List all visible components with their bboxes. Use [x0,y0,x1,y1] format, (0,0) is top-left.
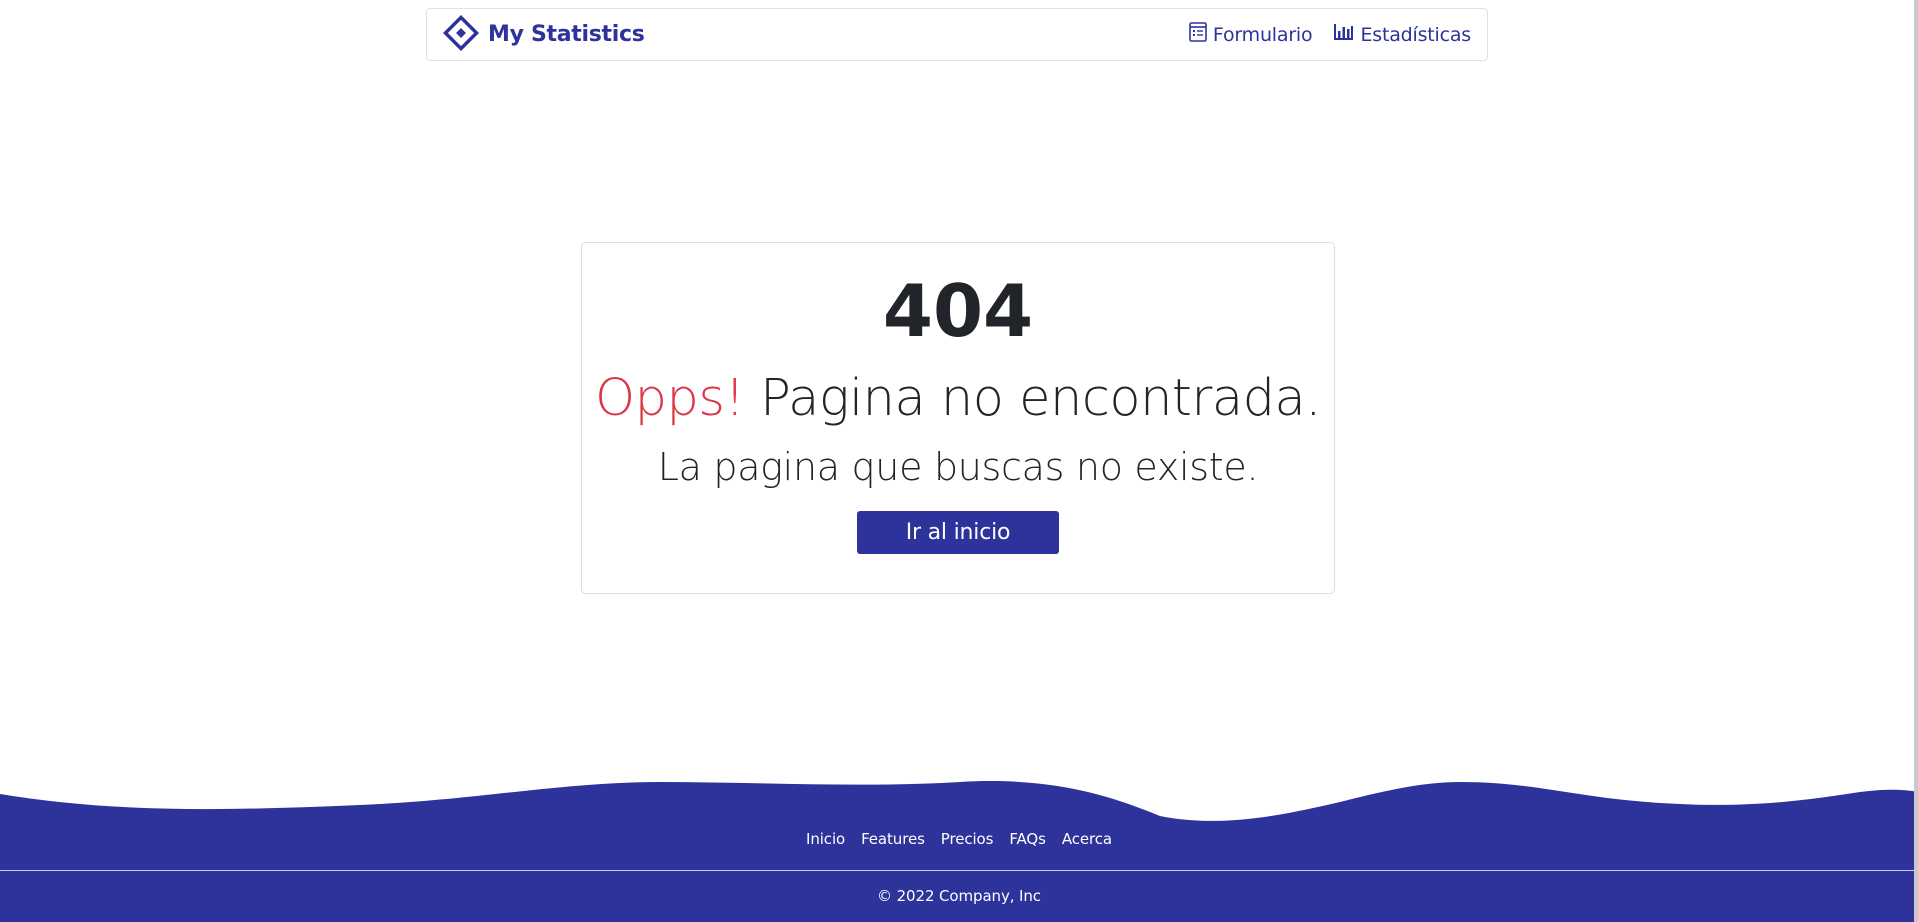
error-message: La pagina que buscas no existe. [657,445,1259,489]
bar-chart-icon [1334,23,1354,46]
navbar: My Statistics Formulario Estadísticas [426,8,1488,61]
error-title: Pagina no encontrada. [760,369,1321,428]
footer-link-faqs[interactable]: FAQs [1009,830,1046,848]
oops-text: Opps! [595,369,745,428]
go-home-button[interactable]: Ir al inicio [857,511,1059,554]
form-icon [1189,22,1207,47]
nav-links: Formulario Estadísticas [1189,22,1471,47]
brand-name: My Statistics [488,22,645,47]
footer-link-inicio[interactable]: Inicio [806,830,845,848]
page-scrollbar[interactable] [1914,0,1918,922]
nav-link-label: Estadísticas [1360,23,1471,46]
nav-link-formulario[interactable]: Formulario [1189,22,1313,47]
error-code: 404 [882,269,1034,353]
copyright-text: © 2022 Company, Inc [877,887,1041,905]
nav-link-estadisticas[interactable]: Estadísticas [1334,23,1471,46]
footer-nav: Inicio Features Precios FAQs Acerca [0,830,1918,848]
diamond-logo-icon [442,14,480,55]
footer-link-acerca[interactable]: Acerca [1062,830,1112,848]
page: My Statistics Formulario Estadísticas 40… [0,0,1918,922]
footer-link-precios[interactable]: Precios [941,830,994,848]
brand-link[interactable]: My Statistics [442,14,645,55]
error-headline: Opps! Pagina no encontrada. [582,369,1334,429]
footer-link-features[interactable]: Features [861,830,925,848]
nav-link-label: Formulario [1212,23,1313,46]
error-card: 404 Opps! Pagina no encontrada. La pagin… [581,242,1335,594]
footer-divider [0,870,1918,871]
